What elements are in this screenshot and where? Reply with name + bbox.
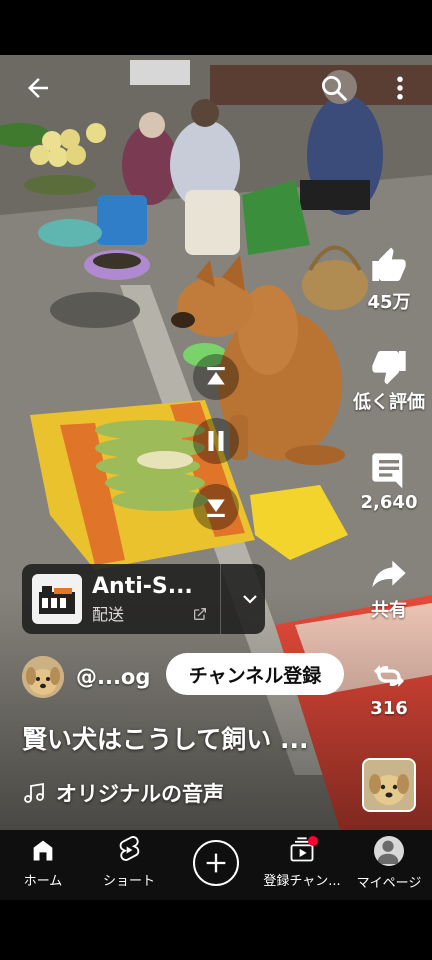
share-button[interactable]: 共有 [350, 554, 428, 622]
channel-info[interactable]: @...og [22, 655, 150, 699]
comment-button[interactable]: 2,640 [350, 450, 428, 513]
plus-icon [206, 853, 226, 873]
music-card-subtitle: 配送 [92, 604, 125, 624]
chevron-down-icon[interactable] [238, 587, 262, 611]
previous-video-button[interactable] [193, 354, 239, 400]
more-options-button[interactable] [380, 68, 420, 108]
person-icon [377, 840, 399, 866]
video-title[interactable]: 賢い犬はこうして飼い ... [22, 720, 308, 756]
nav-home-label: ホーム [23, 874, 63, 889]
remix-button[interactable]: 316 [350, 656, 428, 719]
remix-count: 316 [370, 698, 408, 719]
channel-avatar[interactable] [22, 656, 64, 698]
app-logo-icon [39, 586, 75, 614]
music-thumbnail [32, 574, 82, 624]
dog-thumbnail-icon [364, 760, 414, 810]
music-card-title: Anti-S... [92, 573, 193, 599]
skip-up-icon [207, 367, 225, 385]
like-count: 45万 [367, 292, 411, 313]
audio-thumbnail[interactable] [362, 758, 416, 812]
skip-down-icon [207, 499, 225, 517]
shorts-icon [119, 836, 140, 861]
channel-handle[interactable]: @...og [76, 665, 150, 689]
back-button[interactable] [18, 68, 58, 108]
music-note-icon [24, 782, 44, 803]
remix-icon [374, 665, 404, 687]
dislike-label: 低く評価 [353, 392, 425, 413]
nav-home[interactable]: ホーム [0, 836, 86, 889]
music-card-divider [220, 564, 221, 634]
audio-link[interactable]: オリジナルの音声 [22, 778, 224, 808]
more-vert-icon [397, 76, 403, 100]
audio-label: オリジナルの音声 [56, 782, 224, 806]
subscribe-button[interactable]: チャンネル登録 [166, 653, 344, 695]
create-button[interactable] [193, 840, 239, 886]
nav-shorts[interactable]: ショート [86, 836, 172, 889]
search-button[interactable] [314, 68, 354, 108]
next-video-button[interactable] [193, 484, 239, 530]
profile-avatar-icon [374, 836, 404, 866]
search-icon [322, 76, 347, 101]
thumbs-up-icon [372, 247, 406, 281]
comment-count: 2,640 [360, 492, 418, 513]
pause-button[interactable] [193, 418, 239, 464]
thumbs-down-icon [372, 351, 406, 385]
pause-icon [208, 431, 224, 451]
nav-you-label: マイページ [356, 876, 422, 891]
nav-subscriptions-label: 登録チャン... [263, 874, 341, 889]
nav-subscriptions[interactable]: 登録チャン... [259, 836, 345, 889]
back-arrow-icon [28, 78, 48, 98]
nav-you[interactable]: マイページ [346, 836, 432, 891]
dislike-button[interactable]: 低く評価 [350, 346, 428, 414]
nav-shorts-label: ショート [102, 874, 155, 889]
external-link-icon [194, 608, 206, 620]
share-arrow-icon [372, 560, 406, 588]
notification-dot [308, 836, 318, 846]
music-card[interactable]: Anti-S... 配送 [22, 564, 265, 634]
share-label: 共有 [371, 600, 407, 621]
like-button[interactable]: 45万 [350, 246, 428, 314]
comment-icon [372, 453, 403, 489]
dog-avatar-icon [22, 656, 64, 698]
home-icon [33, 840, 53, 861]
